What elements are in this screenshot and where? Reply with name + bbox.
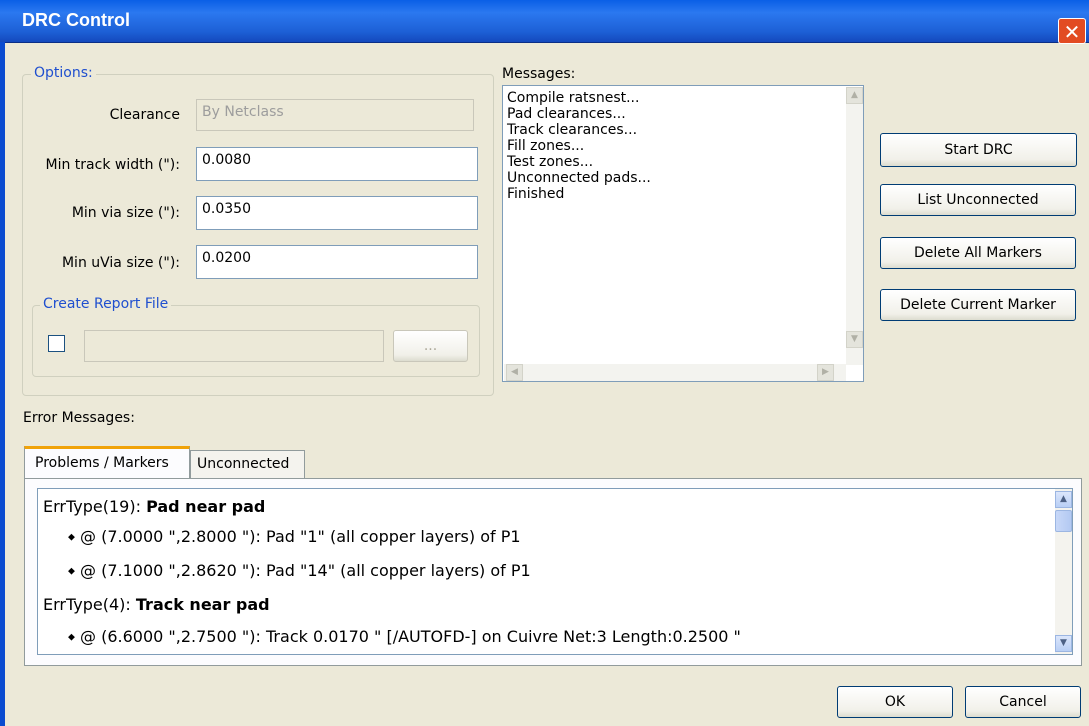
cancel-label: Cancel — [999, 694, 1047, 710]
error-item-text: @ (7.0000 ",2.8000 "): Pad "1" (all copp… — [80, 527, 521, 546]
report-path-field — [84, 330, 384, 362]
clearance-label: Clearance — [109, 107, 180, 123]
error-type-code: ErrType(19): — [43, 497, 141, 516]
message-line: Unconnected pads... — [507, 170, 651, 186]
bullet-icon: ◆ — [68, 532, 75, 543]
delete-all-markers-label: Delete All Markers — [914, 245, 1042, 261]
message-line: Pad clearances... — [507, 106, 626, 122]
error-messages-label: Error Messages: — [23, 410, 135, 426]
delete-all-markers-button[interactable]: Delete All Markers — [880, 237, 1076, 269]
ok-button[interactable]: OK — [837, 686, 953, 718]
scroll-down-icon[interactable]: ▼ — [1055, 635, 1072, 652]
list-unconnected-label: List Unconnected — [917, 192, 1039, 208]
start-drc-button[interactable]: Start DRC — [880, 133, 1077, 167]
messages-list: Compile ratsnest... Pad clearances... Tr… — [503, 90, 651, 202]
error-vertical-scrollbar[interactable]: ▲ ▼ — [1055, 489, 1072, 654]
window-left-border — [0, 42, 5, 726]
message-line: Test zones... — [507, 154, 594, 170]
messages-label: Messages: — [502, 66, 576, 82]
window-title: DRC Control — [22, 10, 130, 30]
error-item-text: @ (7.1000 ",2.8620 "): Pad "14" (all cop… — [80, 561, 531, 580]
error-item-text: @ (6.6000 ",2.7500 "): Track 0.0170 " [/… — [80, 627, 741, 646]
scroll-right-icon[interactable]: ▶ — [817, 364, 834, 381]
message-line: Finished — [507, 186, 565, 202]
error-type-code: ErrType(4): — [43, 595, 131, 614]
title-bar[interactable]: DRC Control — [0, 0, 1089, 43]
error-type-title: Track near pad — [135, 595, 270, 614]
min-track-width-field[interactable]: 0.0080 — [196, 147, 478, 181]
scroll-down-icon[interactable]: ▼ — [846, 331, 863, 348]
error-listbox[interactable]: ErrType(19): Pad near pad ◆ @ (7.0000 ",… — [37, 488, 1073, 655]
tab-unconnected[interactable]: Unconnected — [190, 450, 305, 478]
messages-vertical-scrollbar[interactable]: ▲ ▼ — [846, 87, 863, 365]
tab-problems-markers[interactable]: Problems / Markers — [24, 446, 190, 482]
browse-button-label: ... — [423, 338, 438, 354]
error-type-title: Pad near pad — [146, 497, 266, 516]
bullet-icon: ◆ — [68, 566, 75, 577]
min-via-size-label: Min via size ("): — [71, 205, 180, 221]
list-unconnected-button[interactable]: List Unconnected — [880, 184, 1076, 216]
create-report-checkbox[interactable] — [48, 335, 65, 352]
clearance-field: By Netclass — [196, 99, 474, 131]
close-button[interactable]: ✕ — [1058, 18, 1086, 44]
close-icon: ✕ — [1063, 20, 1081, 44]
message-line: Fill zones... — [507, 138, 585, 154]
report-file-legend: Create Report File — [40, 296, 172, 312]
scroll-up-icon[interactable]: ▲ — [1055, 491, 1072, 508]
options-legend: Options: — [31, 65, 96, 81]
message-line: Compile ratsnest... — [507, 90, 640, 106]
error-item[interactable]: ◆ @ (7.1000 ",2.8620 "): Pad "14" (all c… — [68, 561, 531, 580]
tab-unconnected-label: Unconnected — [197, 456, 290, 472]
error-item[interactable]: ◆ @ (7.0000 ",2.8000 "): Pad "1" (all co… — [68, 527, 521, 546]
error-type-heading: ErrType(19): Pad near pad — [43, 497, 265, 516]
min-uvia-size-label: Min uVia size ("): — [61, 255, 180, 271]
delete-current-marker-button[interactable]: Delete Current Marker — [880, 289, 1076, 321]
bullet-icon: ◆ — [68, 632, 75, 643]
error-type-heading: ErrType(4): Track near pad — [43, 595, 270, 614]
messages-listbox[interactable]: Compile ratsnest... Pad clearances... Tr… — [502, 85, 864, 382]
cancel-button[interactable]: Cancel — [965, 686, 1081, 718]
start-drc-label: Start DRC — [944, 142, 1013, 158]
min-track-width-label: Min track width ("): — [45, 157, 181, 173]
delete-current-marker-label: Delete Current Marker — [900, 297, 1056, 313]
scroll-left-icon[interactable]: ◀ — [506, 364, 523, 381]
message-line: Track clearances... — [507, 122, 638, 138]
ok-label: OK — [884, 694, 906, 710]
tab-problems-markers-label: Problems / Markers — [35, 455, 169, 471]
min-via-size-field[interactable]: 0.0350 — [196, 196, 478, 230]
scroll-up-icon[interactable]: ▲ — [846, 87, 863, 104]
messages-horizontal-scrollbar[interactable]: ◀ ▶ — [504, 364, 846, 381]
scrollbar-thumb[interactable] — [1055, 510, 1072, 532]
error-item[interactable]: ◆ @ (6.6000 ",2.7500 "): Track 0.0170 " … — [68, 627, 741, 646]
browse-button: ... — [393, 330, 468, 362]
drc-control-dialog: DRC Control ✕ Options: Clearance By Netc… — [0, 0, 1089, 726]
min-uvia-size-field[interactable]: 0.0200 — [196, 245, 478, 279]
